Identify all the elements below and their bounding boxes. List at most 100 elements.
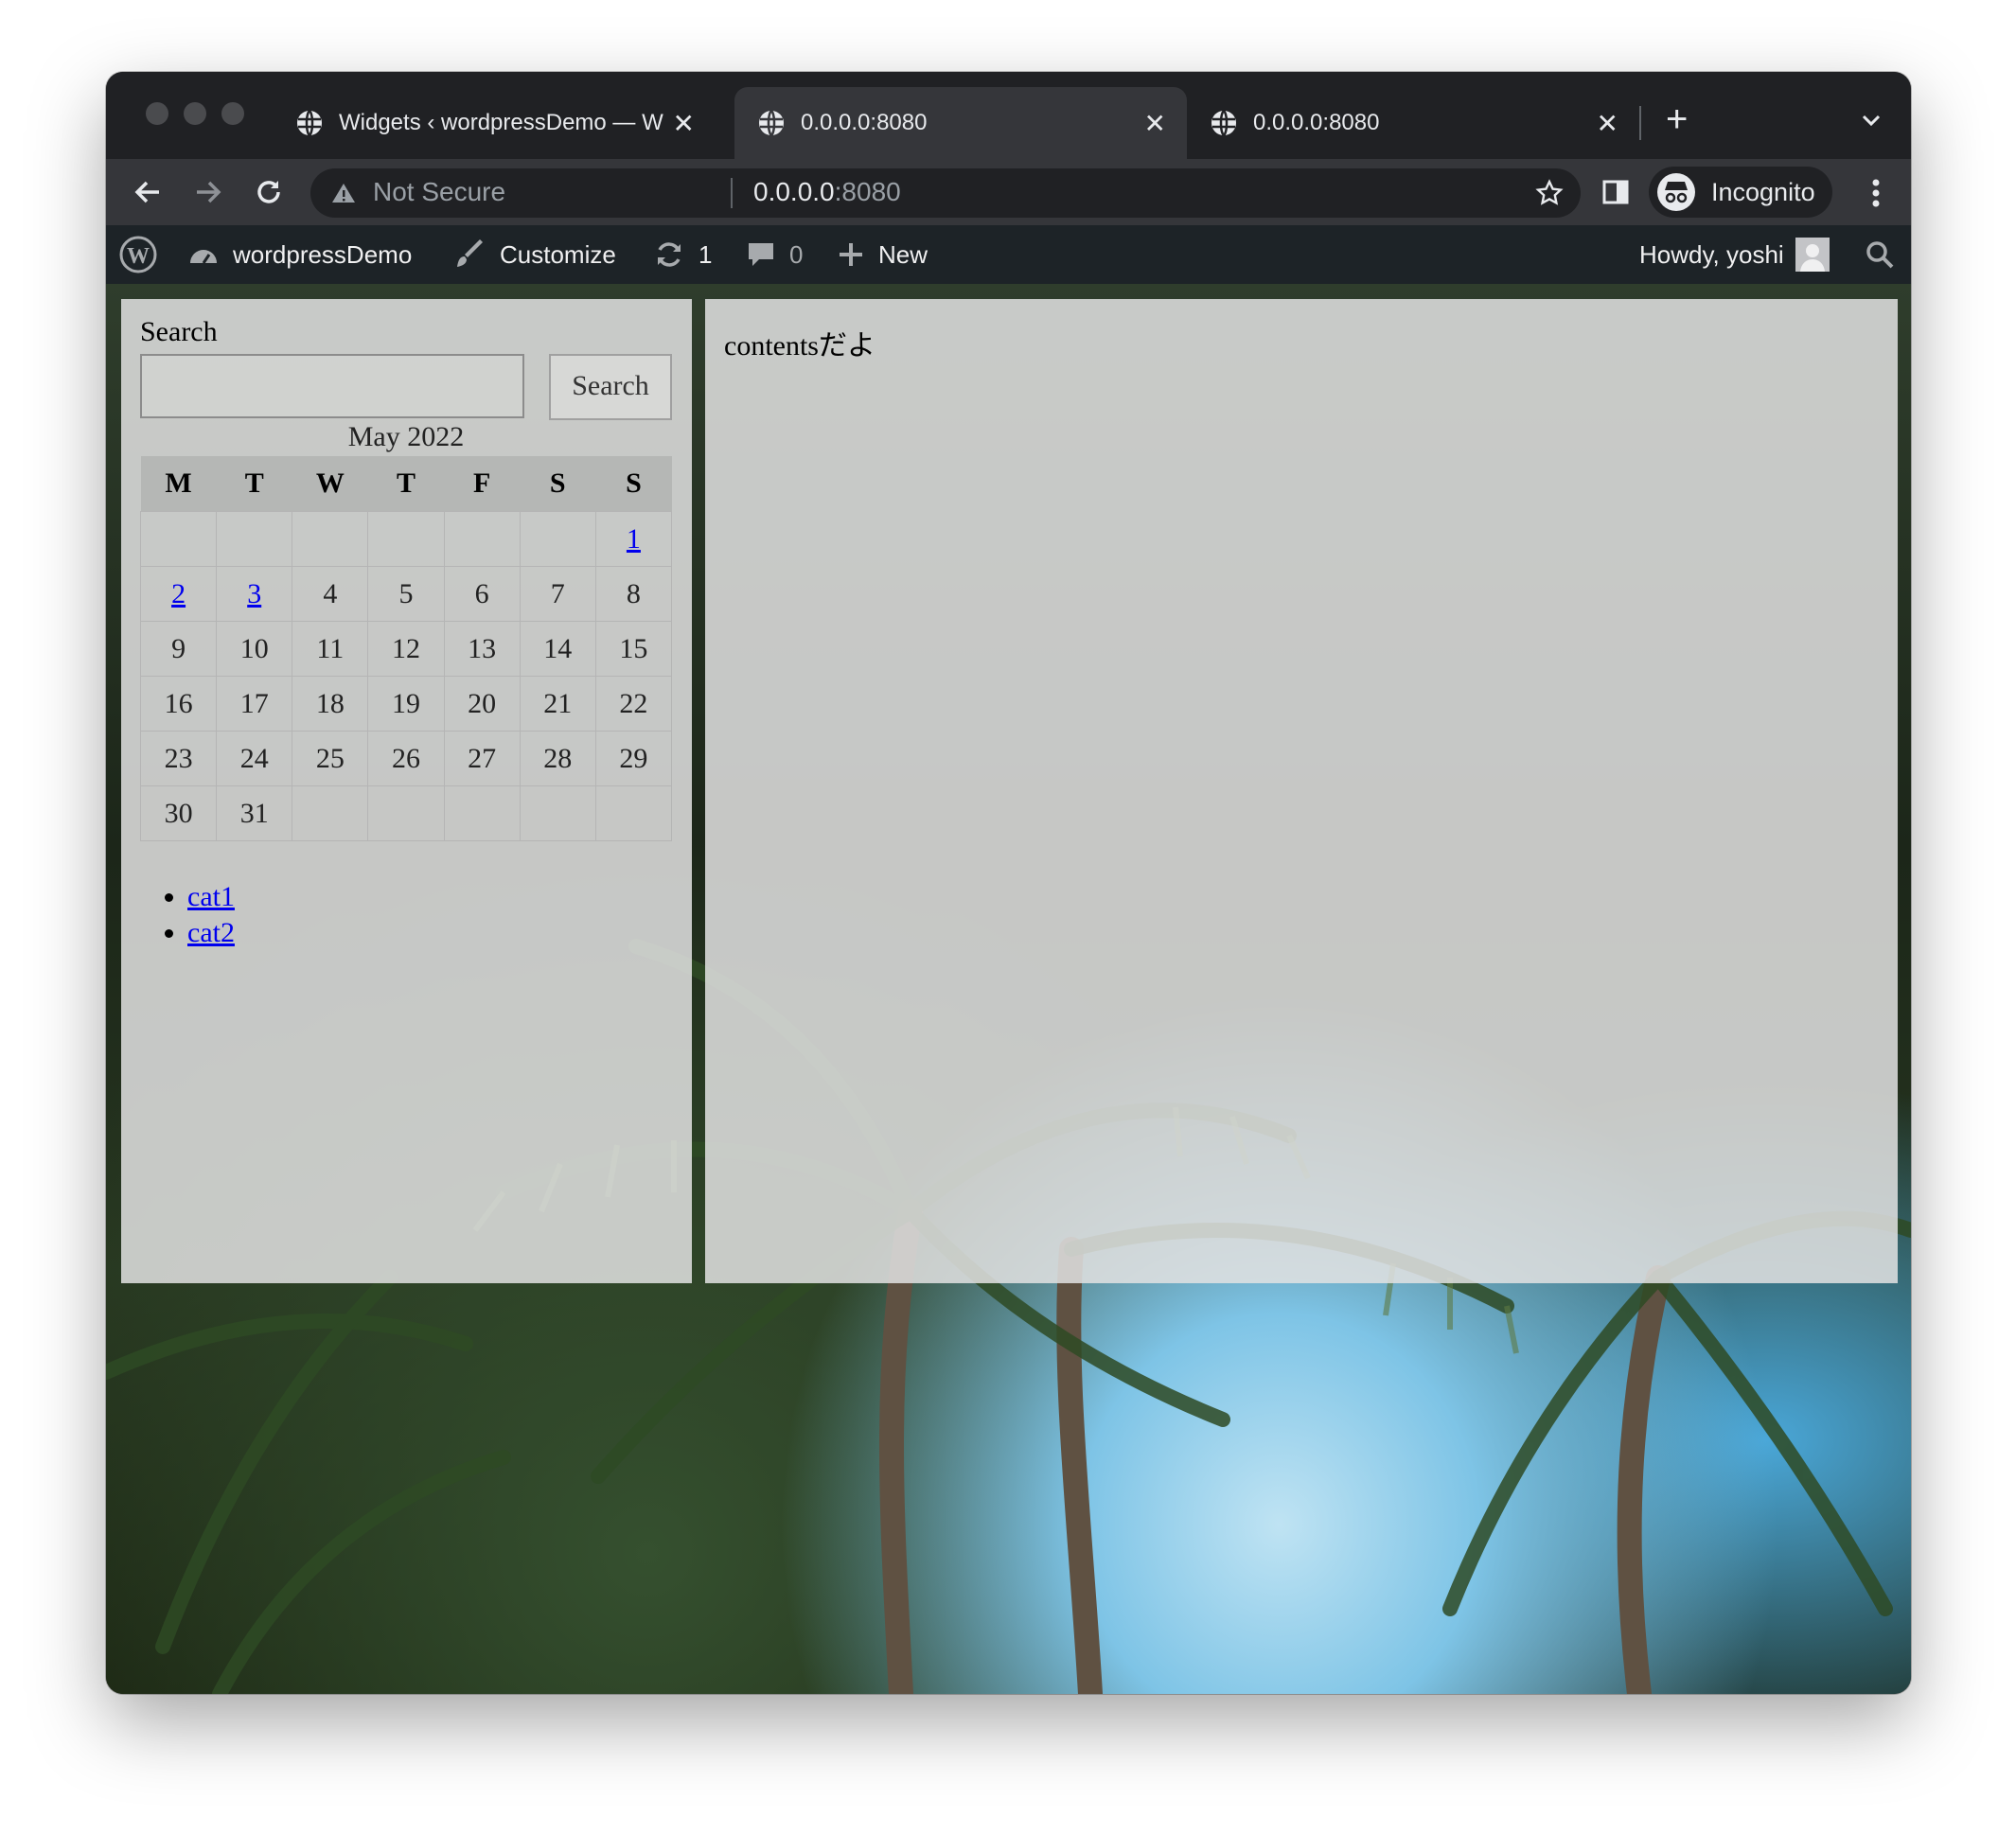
category-link[interactable]: cat2 bbox=[187, 917, 235, 948]
calendar-day-link-cell: 3 bbox=[216, 566, 293, 622]
wp-admin-bar: W wordpressDemo Customize 1 0 New Howdy,… bbox=[106, 225, 1911, 284]
dashboard-icon bbox=[190, 250, 217, 264]
search-input[interactable] bbox=[140, 354, 524, 418]
calendar-weekday: S bbox=[520, 456, 596, 512]
page-viewport: Search Search May 2022 MTWTFSS 123456789… bbox=[106, 284, 1911, 1694]
calendar-week: 2 345678 bbox=[139, 566, 673, 622]
close-window-button[interactable] bbox=[146, 102, 168, 125]
search-widget-label: Search bbox=[140, 316, 218, 347]
calendar-day-link[interactable]: 2 bbox=[171, 578, 186, 609]
category-link[interactable]: cat1 bbox=[187, 881, 235, 912]
customize-link[interactable]: Customize bbox=[454, 225, 616, 284]
calendar-day: 21 bbox=[519, 676, 596, 732]
wp-logo-menu[interactable]: W bbox=[119, 225, 170, 284]
plus-icon[interactable]: + bbox=[1666, 100, 1688, 138]
admin-search[interactable] bbox=[1865, 225, 1908, 284]
calendar-day-link-cell: 1 bbox=[594, 511, 673, 567]
categories-list: cat1 cat2 bbox=[187, 880, 235, 952]
browser-window: Widgets ‹ wordpressDemo — W ✕ 0.0.0.0:80… bbox=[106, 72, 1911, 1694]
comments-link[interactable]: 0 bbox=[746, 225, 803, 284]
calendar-day: 4 bbox=[292, 566, 369, 622]
calendar-week: 16 17 18 19 20 21 22 bbox=[139, 676, 673, 732]
side-panel-icon[interactable] bbox=[1600, 176, 1632, 208]
calendar-empty-cell bbox=[594, 785, 673, 841]
refresh-icon bbox=[658, 242, 681, 267]
address-separator bbox=[731, 178, 733, 208]
site-name: wordpressDemo bbox=[233, 239, 413, 269]
tab-strip: Widgets ‹ wordpressDemo — W ✕ 0.0.0.0:80… bbox=[106, 72, 1911, 159]
calendar-day: 28 bbox=[519, 731, 596, 786]
category-item: cat2 bbox=[187, 916, 235, 950]
tab-title: 0.0.0.0:8080 bbox=[801, 110, 928, 135]
calendar-day-link[interactable]: 3 bbox=[247, 578, 261, 609]
calendar-table: MTWTFSS 1 2 3 4 5 6 7 8 9 10 11 12 13 14 15 16 17 18 19 20 2… bbox=[139, 456, 673, 841]
calendar-empty-cell bbox=[519, 785, 596, 841]
my-account-menu[interactable]: Howdy, yoshi bbox=[1639, 225, 1830, 284]
new-content-menu[interactable]: New bbox=[837, 225, 928, 284]
calendar-day: 18 bbox=[292, 676, 369, 732]
calendar-day: 27 bbox=[443, 731, 521, 786]
globe-icon bbox=[759, 110, 784, 136]
close-icon[interactable]: ✕ bbox=[673, 108, 695, 139]
zoom-window-button[interactable] bbox=[221, 102, 244, 125]
tab-separator bbox=[1639, 106, 1641, 140]
tab-widgets[interactable]: Widgets ‹ wordpressDemo — W ✕ bbox=[273, 87, 716, 159]
calendar-day: 8 bbox=[594, 566, 673, 622]
main-content-panel: contentsだよ bbox=[705, 299, 1898, 1283]
tab-localhost-active[interactable]: 0.0.0.0:8080 ✕ bbox=[734, 87, 1187, 159]
profile-label: Incognito bbox=[1711, 177, 1815, 206]
chevron-down-icon[interactable] bbox=[1857, 106, 1885, 134]
globe-icon bbox=[297, 110, 322, 136]
search-button[interactable]: Search bbox=[549, 354, 672, 420]
site-name-menu[interactable]: wordpressDemo bbox=[187, 225, 412, 284]
new-label: New bbox=[878, 239, 928, 269]
updates-link[interactable]: 1 bbox=[653, 225, 712, 284]
calendar-empty-cell bbox=[443, 511, 521, 567]
calendar-empty-cell bbox=[443, 785, 521, 841]
calendar-day: 12 bbox=[367, 621, 445, 677]
close-icon[interactable]: ✕ bbox=[1144, 108, 1166, 139]
warning-icon bbox=[332, 184, 355, 203]
calendar-day-link[interactable]: 1 bbox=[627, 523, 641, 555]
star-icon[interactable] bbox=[1535, 179, 1564, 207]
kebab-menu-icon[interactable] bbox=[1866, 174, 1885, 212]
calendar-day: 30 bbox=[139, 785, 218, 841]
minimize-window-button[interactable] bbox=[184, 102, 206, 125]
calendar-week: 30 31 bbox=[139, 785, 673, 841]
calendar-day: 15 bbox=[594, 621, 673, 677]
svg-text:W: W bbox=[127, 244, 150, 269]
browser-toolbar: Not Secure 0.0.0.0:8080 Incognito bbox=[106, 159, 1911, 225]
calendar-day: 19 bbox=[367, 676, 445, 732]
globe-icon bbox=[1211, 110, 1236, 136]
calendar-day: 26 bbox=[367, 731, 445, 786]
tab-title: Widgets ‹ wordpressDemo — W bbox=[339, 110, 663, 135]
howdy-label: Howdy, yoshi bbox=[1639, 239, 1784, 269]
calendar-day: 17 bbox=[216, 676, 293, 732]
calendar-week: 1 bbox=[139, 511, 673, 567]
customize-label: Customize bbox=[500, 239, 616, 269]
calendar-caption: May 2022 bbox=[347, 421, 465, 452]
calendar-day: 25 bbox=[292, 731, 369, 786]
calendar-day: 5 bbox=[367, 566, 445, 622]
forward-arrow-icon[interactable] bbox=[191, 175, 225, 209]
address-bar[interactable]: Not Secure 0.0.0.0:8080 bbox=[310, 168, 1581, 218]
back-arrow-icon[interactable] bbox=[131, 175, 165, 209]
calendar-empty-cell bbox=[519, 511, 596, 567]
search-icon bbox=[1866, 241, 1894, 269]
calendar-day: 31 bbox=[216, 785, 293, 841]
calendar-day: 6 bbox=[443, 566, 521, 622]
calendar-empty-cell bbox=[216, 511, 293, 567]
calendar-empty-cell bbox=[292, 785, 369, 841]
avatar-icon bbox=[1795, 238, 1830, 272]
calendar-empty-cell bbox=[292, 511, 369, 567]
calendar-widget: May 2022 MTWTFSS 1 2 3 4 5 6 7 8 9 10 11 12 13 14 15 16… bbox=[139, 418, 673, 841]
tab-title: 0.0.0.0:8080 bbox=[1253, 110, 1380, 135]
reload-icon[interactable] bbox=[252, 175, 286, 209]
calendar-weekday: T bbox=[216, 456, 292, 512]
plus-icon bbox=[840, 243, 862, 266]
calendar-weekday: S bbox=[595, 456, 672, 512]
close-icon[interactable]: ✕ bbox=[1597, 108, 1618, 139]
incognito-profile-button[interactable]: Incognito bbox=[1649, 167, 1832, 218]
tab-localhost[interactable]: 0.0.0.0:8080 ✕ bbox=[1187, 87, 1639, 159]
calendar-empty-cell bbox=[367, 785, 445, 841]
